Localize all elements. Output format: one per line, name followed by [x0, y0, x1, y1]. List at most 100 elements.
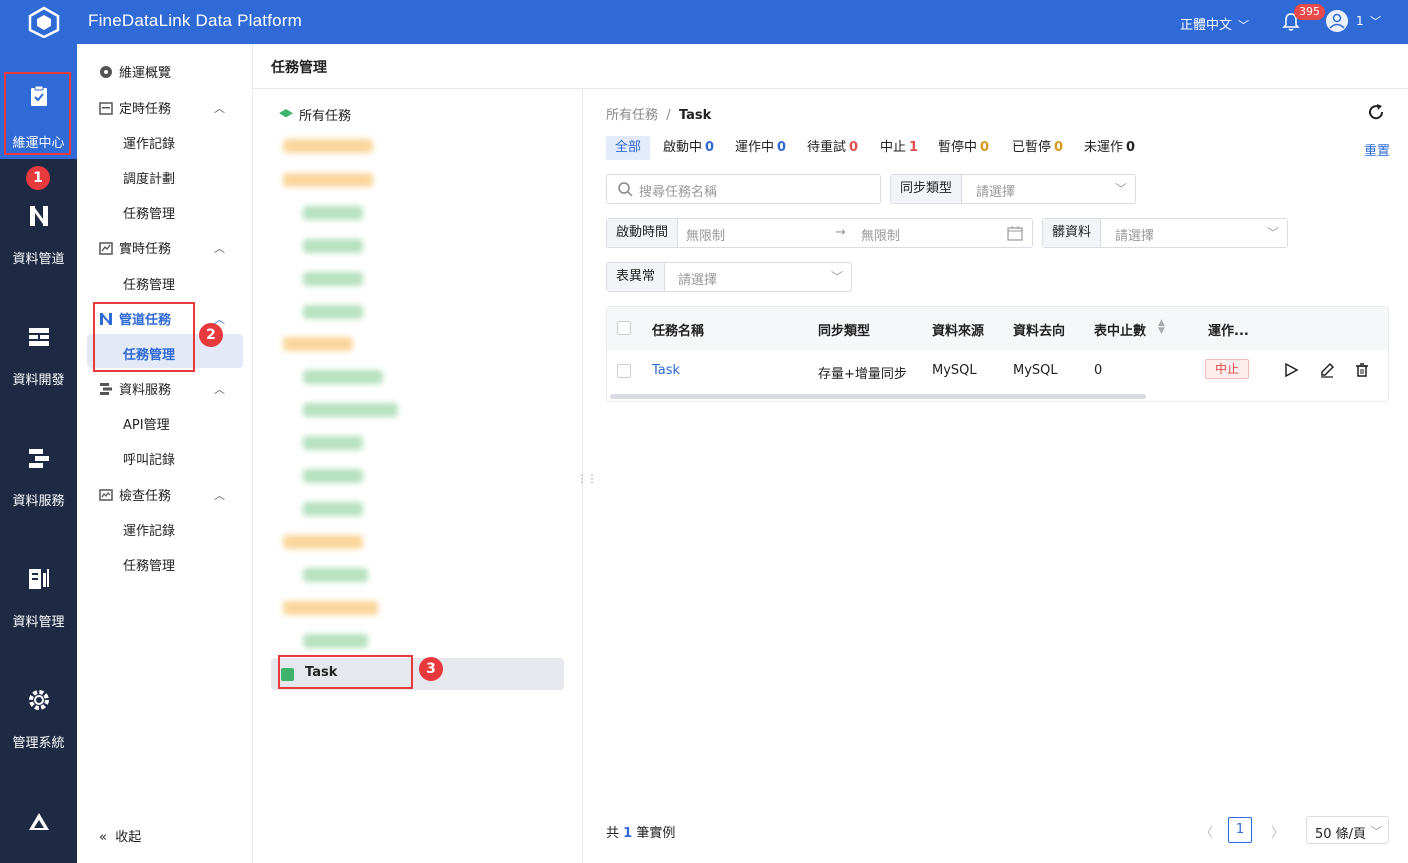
nav-data-management[interactable]: 資料管理	[0, 567, 77, 677]
breadcrumb-separator: /	[666, 108, 671, 123]
breadcrumb-root[interactable]: 所有任務	[606, 108, 658, 123]
content-header: 任務管理	[253, 44, 1408, 89]
submenu-item-task-management[interactable]: 任務管理	[123, 555, 175, 574]
arrow-right-icon: →	[835, 225, 846, 240]
status-tab-count: 0	[849, 140, 859, 155]
submenu-group-scheduled[interactable]: 定時任務	[99, 98, 171, 117]
cell-stopped-tables: 0	[1094, 363, 1103, 378]
column-header-task-name[interactable]: 任務名稱	[652, 320, 704, 339]
data-manage-icon	[29, 569, 49, 589]
status-tab-all[interactable]: 全部	[606, 136, 651, 160]
nav-data-dev[interactable]: 資料開發	[0, 325, 77, 435]
chevron-up-icon[interactable]: ︿	[214, 381, 225, 397]
submenu-overview[interactable]: 維運概覽	[99, 62, 171, 81]
row-checkbox[interactable]	[617, 364, 631, 378]
service-icon	[100, 383, 112, 395]
blurred-task	[303, 305, 363, 319]
tree-root[interactable]: 所有任務	[279, 105, 351, 124]
status-tab-running[interactable]: 運作中 0	[735, 136, 786, 160]
status-tab-starting[interactable]: 啟動中 0	[663, 136, 714, 160]
nav-data-pipeline[interactable]: 資料管道	[0, 204, 77, 314]
submenu-item-task-management[interactable]: 任務管理	[123, 203, 175, 222]
next-page-icon[interactable]: 〉	[1271, 822, 1284, 841]
status-tab-count: 0	[980, 140, 990, 155]
nav-resource[interactable]	[0, 810, 77, 863]
annotation-marker: 3	[419, 657, 443, 681]
delete-icon[interactable]	[1354, 362, 1370, 378]
submenu-item-pipeline-task-management[interactable]: 任務管理	[123, 344, 175, 363]
submenu-item-run-log[interactable]: 運作記錄	[123, 133, 175, 152]
submenu-group-data-service[interactable]: 資料服務	[99, 379, 171, 398]
sync-type-filter[interactable]: 同步類型 請選擇 ﹀	[890, 174, 1136, 204]
prev-page-icon[interactable]: 〈	[1200, 822, 1213, 841]
column-header-status[interactable]: 運作...	[1208, 320, 1249, 339]
submenu-item-schedule-plan[interactable]: 調度計劃	[123, 168, 175, 187]
collapse-button[interactable]: « 收起	[99, 826, 141, 845]
chevron-up-icon[interactable]: ︿	[214, 240, 225, 256]
status-tab-count: 0	[705, 140, 715, 155]
refresh-icon[interactable]	[1367, 103, 1385, 121]
column-header-source[interactable]: 資料來源	[932, 320, 984, 339]
horizontal-scrollbar[interactable]	[610, 394, 1146, 399]
play-icon[interactable]	[1283, 362, 1299, 378]
status-tab-pausing[interactable]: 暫停中 0	[938, 136, 989, 160]
dirty-data-filter[interactable]: 髒資料 請選擇 ﹀	[1042, 218, 1288, 248]
nav-system-management[interactable]: 管理系統	[0, 688, 77, 798]
blurred-task	[303, 436, 363, 450]
select-all-checkbox[interactable]	[617, 321, 631, 335]
task-tree: 所有任務 Task	[253, 89, 583, 863]
submenu-item-task-management[interactable]: 任務管理	[123, 274, 175, 293]
task-name-link[interactable]: Task	[652, 363, 680, 378]
status-tab-paused[interactable]: 已暫停 0	[1012, 136, 1063, 160]
search-input[interactable]: 搜尋任務名稱	[606, 174, 881, 204]
language-select[interactable]: 正體中文 ﹀	[1180, 14, 1249, 33]
annotation-marker: 2	[199, 323, 223, 347]
page-number[interactable]: 1	[1228, 817, 1252, 843]
page-size-select[interactable]: 50 條/頁 ﹀	[1306, 816, 1389, 844]
chevron-up-icon[interactable]: ︿	[214, 100, 225, 116]
submenu-item-call-log[interactable]: 呼叫記錄	[123, 449, 175, 468]
calendar-icon[interactable]	[1007, 225, 1023, 241]
start-time-from[interactable]: 無限制	[686, 225, 725, 244]
annotation-marker: 1	[26, 166, 50, 190]
column-header-sync-type[interactable]: 同步類型	[818, 320, 870, 339]
submenu-label: 管道任務	[119, 313, 172, 328]
status-tab-stopped[interactable]: 中止 1	[880, 136, 918, 160]
submenu-item-run-log[interactable]: 運作記錄	[123, 520, 175, 539]
status-tab-pending-retry[interactable]: 待重試 0	[807, 136, 858, 160]
filter-placeholder: 請選擇	[976, 185, 1016, 200]
submenu-group-inspection[interactable]: 檢查任務	[99, 485, 171, 504]
sort-icon[interactable]: ▲ ▼	[1158, 319, 1165, 336]
nav-data-service[interactable]: 資料服務	[0, 446, 77, 556]
submenu-label: 檢查任務	[119, 489, 172, 504]
status-tab-count: 0	[777, 140, 787, 155]
table-anomaly-filter[interactable]: 表異常 請選擇 ﹀	[606, 262, 852, 292]
notification-badge: 395	[1294, 4, 1325, 20]
submenu-group-pipeline[interactable]: 管道任務	[99, 309, 171, 328]
chevron-up-icon[interactable]: ︿	[214, 487, 225, 503]
submenu-group-realtime[interactable]: 實時任務	[99, 238, 171, 257]
edit-icon[interactable]	[1319, 362, 1335, 378]
column-header-stopped-tables[interactable]: 表中止數	[1094, 320, 1146, 339]
pipeline-icon	[30, 206, 48, 226]
gear-icon	[29, 690, 49, 710]
search-icon	[618, 182, 633, 197]
blurred-folder	[283, 337, 353, 351]
reset-button[interactable]: 重置	[1364, 140, 1390, 159]
submenu-item-api-management[interactable]: API管理	[123, 414, 170, 433]
filter-label: 啟動時間	[607, 219, 679, 247]
nav-ops-center[interactable]: 維運中心	[0, 44, 77, 159]
tree-item-task[interactable]: Task	[305, 665, 337, 680]
chevron-down-icon: ﹀	[1370, 15, 1381, 28]
blurred-task	[303, 370, 383, 384]
status-tab-not-running[interactable]: 未運作 0	[1084, 136, 1135, 160]
realtime-task-icon	[99, 242, 113, 255]
start-time-to[interactable]: 無限制	[861, 225, 900, 244]
language-label: 正體中文	[1180, 18, 1233, 33]
user-name: 1	[1356, 14, 1364, 28]
column-header-target[interactable]: 資料去向	[1013, 320, 1065, 339]
breadcrumb: 所有任務 / Task	[606, 104, 711, 123]
status-tab-label: 運作中	[735, 140, 775, 155]
start-time-filter[interactable]: 啟動時間 無限制 → 無限制	[606, 218, 1033, 248]
app-title: FineDataLink Data Platform	[88, 11, 303, 30]
